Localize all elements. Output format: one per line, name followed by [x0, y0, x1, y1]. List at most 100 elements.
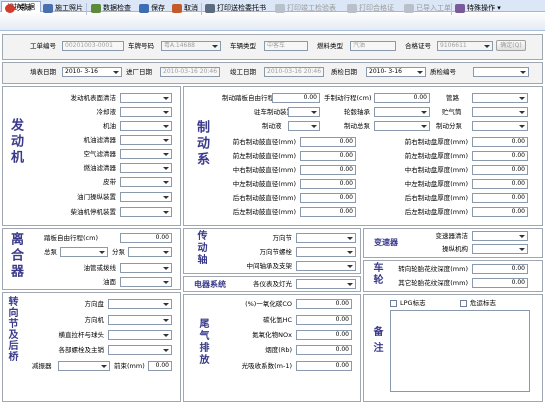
brake-pedal-free-input[interactable]: 0.00 [272, 93, 320, 103]
exhaust-item-input[interactable]: 0.00 [296, 345, 352, 355]
transmission-item-select[interactable] [296, 233, 356, 243]
danger-label: 危运标志 [470, 299, 496, 307]
drum-diameter-input[interactable]: 0.00 [300, 137, 356, 147]
plate-select[interactable]: 粤A.14688 [161, 41, 221, 51]
save-icon [139, 4, 149, 13]
danger-checkbox[interactable] [460, 300, 467, 307]
print-cert-button[interactable]: 打印合格证 [346, 2, 394, 15]
exhaust-item-input[interactable]: 0.00 [296, 361, 352, 371]
disc-thickness-input[interactable]: 0.00 [472, 165, 528, 175]
disc-thickness-input[interactable]: 0.00 [472, 179, 528, 189]
hub-bearing-select[interactable] [374, 107, 430, 117]
clutch-slave-select[interactable] [128, 247, 172, 257]
engine-item-label: 柴油机停机装置 [70, 208, 117, 216]
save-button[interactable]: 保存 [138, 2, 165, 15]
transmission-item-select[interactable] [296, 261, 356, 271]
qc-date-picker[interactable]: 2010- 3-16 [366, 67, 426, 77]
imported-order-button[interactable]: 已导入工单 [403, 2, 451, 15]
order-no-field[interactable]: 00201003-0001 [62, 41, 124, 51]
gearbox-item-select[interactable] [472, 244, 528, 254]
shock-absorber-label: 减振器 [32, 362, 52, 370]
disc-thickness-label: 后左制动盘厚度(mm) [404, 208, 468, 216]
cancel-button[interactable]: 取消 [171, 2, 198, 15]
fuel-type-field[interactable]: 汽油 [350, 41, 396, 51]
air-tank-select[interactable] [472, 107, 528, 117]
brake-master-pump-select[interactable] [374, 121, 430, 131]
fill-date-picker[interactable]: 2010- 3-16 [62, 67, 122, 77]
data-check-button[interactable]: 数据检查 [90, 2, 131, 15]
exhaust-item-input[interactable]: 0.00 [296, 299, 352, 309]
done-date-label: 竣工日期 [230, 68, 256, 76]
clutch-pedal-free-input[interactable]: 0.00 [120, 233, 172, 243]
steering-item-select[interactable] [108, 330, 172, 340]
gearbox-item-select[interactable] [472, 231, 528, 241]
exhaust-item-input[interactable]: 0.00 [296, 315, 352, 325]
undo-icon [172, 4, 182, 13]
notes-textarea[interactable] [390, 310, 530, 392]
confirm-button[interactable]: 确定(Q) [496, 40, 526, 51]
engine-item-select[interactable] [120, 192, 172, 202]
engine-item-label: 发动机表面清洁 [70, 94, 117, 102]
transmission-item-select[interactable] [296, 247, 356, 257]
special-ops-button[interactable]: 特殊操作 ▾ [454, 2, 501, 15]
disc-thickness-input[interactable]: 0.00 [472, 207, 528, 217]
drum-diameter-input[interactable]: 0.00 [300, 207, 356, 217]
parking-brake-select[interactable] [288, 107, 320, 117]
steering-item-select[interactable] [108, 299, 172, 309]
engine-item-select[interactable] [120, 163, 172, 173]
disc-thickness-input[interactable]: 0.00 [472, 193, 528, 203]
cert-no-select[interactable]: 9106611 [437, 41, 493, 51]
clutch-master-select[interactable] [60, 247, 108, 257]
brake-fluid-select[interactable] [288, 121, 320, 131]
hand-brake-travel-input[interactable]: 0.00 [374, 93, 430, 103]
disc-thickness-input[interactable]: 0.00 [472, 151, 528, 161]
brake-fluid-label: 制动液 [262, 122, 282, 130]
disc-thickness-input[interactable]: 0.00 [472, 137, 528, 147]
brake-pipe-select[interactable] [472, 93, 528, 103]
electrical-item-select[interactable] [296, 279, 356, 289]
import-icon [404, 4, 414, 13]
toolbar-separator [451, 3, 452, 15]
done-date-field[interactable]: 2010-03-16 20:46 [264, 67, 324, 77]
engine-item-select[interactable] [120, 93, 172, 103]
clutch-hydraulic-label: 油管或拨线 [83, 264, 117, 272]
tread-depth-input[interactable]: 0.00 [472, 278, 528, 288]
engine-item-label: 机油滤清器 [83, 136, 117, 144]
print-report-button[interactable]: 打印竣工检验表 [274, 2, 336, 15]
qc-no-select[interactable] [473, 67, 529, 77]
engine-item-select[interactable] [120, 177, 172, 187]
engine-item-select[interactable] [120, 135, 172, 145]
tread-depth-input[interactable]: 0.00 [472, 264, 528, 274]
brake-sub-pump-select[interactable] [472, 121, 528, 131]
tread-depth-label: 其它轮胎花纹深度(mm) [398, 279, 468, 287]
engine-item-select[interactable] [120, 107, 172, 117]
exhaust-item-input[interactable]: 0.00 [296, 330, 352, 340]
toe-in-input[interactable]: 0.00 [148, 361, 172, 371]
clutch-hydraulic-select[interactable] [120, 263, 172, 273]
entry-date-field[interactable]: 2010-03-16 20:46 [160, 67, 220, 77]
wheel-section-title: 车轮 [371, 262, 382, 286]
steering-item-select[interactable] [108, 345, 172, 355]
engine-item-select[interactable] [120, 207, 172, 217]
transmission-section-title: 传动轴 [195, 230, 206, 266]
engine-item-label: 燃油滤清器 [83, 164, 117, 172]
lpg-checkbox[interactable] [390, 300, 397, 307]
drum-diameter-input[interactable]: 0.00 [300, 193, 356, 203]
shock-absorber-select[interactable] [58, 361, 110, 371]
qc-date-label: 质检日期 [331, 68, 357, 76]
vehicle-type-field[interactable]: 中客车 [264, 41, 308, 51]
chevron-down-icon: ▾ [495, 4, 501, 12]
drum-diameter-input[interactable]: 0.00 [300, 151, 356, 161]
camera-icon [43, 4, 53, 13]
print-entrust-button[interactable]: 打印送检委托书 [204, 2, 266, 15]
drum-diameter-label: 前右制动鼓直径(mm) [232, 138, 296, 146]
steering-item-select[interactable] [108, 315, 172, 325]
close-button[interactable]: 关闭 [4, 2, 31, 15]
drum-diameter-input[interactable]: 0.00 [300, 179, 356, 189]
drum-diameter-input[interactable]: 0.00 [300, 165, 356, 175]
engine-item-select[interactable] [120, 149, 172, 159]
exhaust-item-label: 碳化氢HC [263, 316, 292, 324]
clutch-fluid-select[interactable] [120, 277, 172, 287]
photo-button[interactable]: 施工照片 [42, 2, 83, 15]
engine-item-select[interactable] [120, 121, 172, 131]
